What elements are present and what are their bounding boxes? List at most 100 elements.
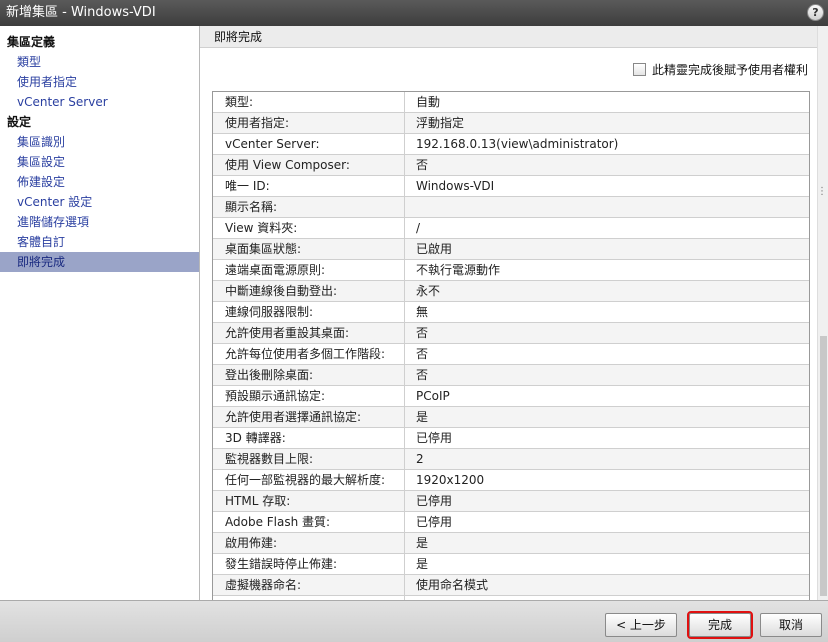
sidebar-item[interactable]: 類型 <box>0 52 199 72</box>
table-row: Adobe Flash 畫質: 已停用 <box>213 512 809 533</box>
table-row: 唯一 ID: Windows-VDI <box>213 176 809 197</box>
table-row: 發生錯誤時停止佈建: 是 <box>213 554 809 575</box>
table-row: 監視器數目上限: 2 <box>213 449 809 470</box>
setting-value: 已停用 <box>416 494 453 508</box>
setting-name: 發生錯誤時停止佈建: <box>213 554 405 574</box>
setting-value: 已停用 <box>416 431 453 445</box>
table-row: HTML 存取: 已停用 <box>213 491 809 512</box>
setting-name: 登出後刪除桌面: <box>213 365 405 385</box>
table-row: 允許每位使用者多個工作階段: 否 <box>213 344 809 365</box>
setting-name: 監視器數目上限: <box>213 449 405 469</box>
setting-value <box>405 197 809 217</box>
table-row: 登出後刪除桌面: 否 <box>213 365 809 386</box>
setting-value: 永不 <box>416 284 441 298</box>
setting-value: 無 <box>416 305 429 319</box>
setting-name: 3D 轉譯器: <box>213 428 405 448</box>
setting-name: View 資料夾: <box>213 218 405 238</box>
setting-value: 2 <box>416 452 424 466</box>
table-row: 使用者指定: 浮動指定 <box>213 113 809 134</box>
sidebar-item[interactable]: 即將完成 <box>0 252 199 272</box>
setting-name: 啟用佈建: <box>213 533 405 553</box>
sidebar-item[interactable]: 進階儲存選項 <box>0 212 199 232</box>
setting-name: 桌面集區狀態: <box>213 239 405 259</box>
table-row: vCenter Server: 192.168.0.13(view\adminis… <box>213 134 809 155</box>
table-row: 類型: 自動 <box>213 92 809 113</box>
help-icon[interactable]: ? <box>807 4 824 21</box>
setting-value: 1920x1200 <box>416 473 485 487</box>
sidebar-group-heading: 集區定義 <box>7 35 56 49</box>
sidebar-item[interactable]: vCenter 設定 <box>0 192 199 212</box>
setting-value: 已停用 <box>416 515 453 529</box>
scrollbar-thumb[interactable] <box>820 336 827 596</box>
sidebar-item[interactable]: 集區識別 <box>0 132 199 152</box>
window-title: 新增集區 - Windows-VDI <box>6 5 156 20</box>
setting-name: 使用者指定: <box>213 113 405 133</box>
setting-value: PCoIP <box>416 389 450 403</box>
setting-name: Adobe Flash 畫質: <box>213 512 405 532</box>
summary-table: 類型: 自動 使用者指定: 浮動指定 vCenter Server: 192.168.0.… <box>212 91 810 600</box>
sidebar-item[interactable]: 集區設定 <box>0 152 199 172</box>
setting-value: 自動 <box>416 95 441 109</box>
setting-name: 允許使用者重設其桌面: <box>213 323 405 343</box>
setting-name: 任何一部監視器的最大解析度: <box>213 470 405 490</box>
table-row: 虛擬機器命名: 使用命名模式 <box>213 575 809 596</box>
back-button[interactable]: < 上一步 <box>605 613 677 637</box>
table-row: 連線伺服器限制: 無 <box>213 302 809 323</box>
setting-name: 虛擬機器命名: <box>213 575 405 595</box>
sidebar-item[interactable]: 使用者指定 <box>0 72 199 92</box>
setting-value: 浮動指定 <box>416 116 465 130</box>
cancel-button[interactable]: 取消 <box>760 613 822 637</box>
table-row: 啟用佈建: 是 <box>213 533 809 554</box>
table-row: 中斷連線後自動登出: 永不 <box>213 281 809 302</box>
setting-value: 是 <box>416 410 429 424</box>
setting-value: 192.168.0.13(view\administrator) <box>416 137 619 151</box>
table-row: 遠端桌面電源原則: 不執行電源動作 <box>213 260 809 281</box>
entitle-users-checkbox[interactable] <box>632 63 646 76</box>
setting-value: 已啟用 <box>416 242 453 256</box>
table-row: 顯示名稱: <box>213 197 809 218</box>
setting-name: 顯示名稱: <box>213 197 405 217</box>
setting-value: 否 <box>416 326 429 340</box>
setting-name: 允許使用者選擇通訊協定: <box>213 407 405 427</box>
setting-value: 是 <box>416 536 429 550</box>
sidebar-group-heading: 設定 <box>7 115 32 129</box>
setting-name: vCenter Server: <box>213 134 405 154</box>
setting-name: 預設顯示通訊協定: <box>213 386 405 406</box>
wizard-sidebar: 集區定義類型 使用者指定 vCenter Server 設定集區識別 集區設定 佈建設定 v… <box>0 26 200 600</box>
setting-name: 類型: <box>213 92 405 112</box>
sidebar-item[interactable]: 佈建設定 <box>0 172 199 192</box>
setting-value: 不執行電源動作 <box>416 263 501 277</box>
setting-value: / <box>416 221 421 235</box>
entitle-users-option[interactable]: 此精靈完成後賦予使用者權利 <box>632 63 808 77</box>
page-title: 即將完成 <box>200 26 818 48</box>
table-row: 3D 轉譯器: 已停用 <box>213 428 809 449</box>
sidebar-item[interactable]: vCenter Server <box>0 92 199 112</box>
setting-value: 否 <box>416 158 429 172</box>
setting-value: 否 <box>416 347 429 361</box>
setting-value: 否 <box>416 368 429 382</box>
setting-name: 允許每位使用者多個工作階段: <box>213 344 405 364</box>
finish-button[interactable]: 完成 <box>687 611 753 639</box>
setting-name: 連線伺服器限制: <box>213 302 405 322</box>
sidebar-item[interactable]: 客體自訂 <box>0 232 199 252</box>
window-titlebar: 新增集區 - Windows-VDI ? <box>0 0 828 26</box>
splitter-grip-icon: ⋮ <box>817 186 827 197</box>
table-row: 允許使用者選擇通訊協定: 是 <box>213 407 809 428</box>
setting-name: 唯一 ID: <box>213 176 405 196</box>
main-panel: 即將完成 此精靈完成後賦予使用者權利 類型: 自動 使用者指定: 浮動指定 vCente… <box>200 26 828 600</box>
table-row: 使用 View Composer: 否 <box>213 155 809 176</box>
table-row: 允許使用者重設其桌面: 否 <box>213 323 809 344</box>
setting-name: 使用 View Composer: <box>213 155 405 175</box>
setting-name: HTML 存取: <box>213 491 405 511</box>
wizard-footer: < 上一步 完成 取消 <box>0 600 828 642</box>
setting-name: 中斷連線後自動登出: <box>213 281 405 301</box>
vertical-scrollbar[interactable] <box>817 26 828 600</box>
table-row: View 資料夾: / <box>213 218 809 239</box>
table-row: 桌面集區狀態: 已啟用 <box>213 239 809 260</box>
entitle-users-label: 此精靈完成後賦予使用者權利 <box>651 63 808 77</box>
setting-name: 遠端桌面電源原則: <box>213 260 405 280</box>
setting-value: 是 <box>416 557 429 571</box>
table-row: 任何一部監視器的最大解析度: 1920x1200 <box>213 470 809 491</box>
setting-value: 使用命名模式 <box>416 578 489 592</box>
table-row: 預設顯示通訊協定: PCoIP <box>213 386 809 407</box>
